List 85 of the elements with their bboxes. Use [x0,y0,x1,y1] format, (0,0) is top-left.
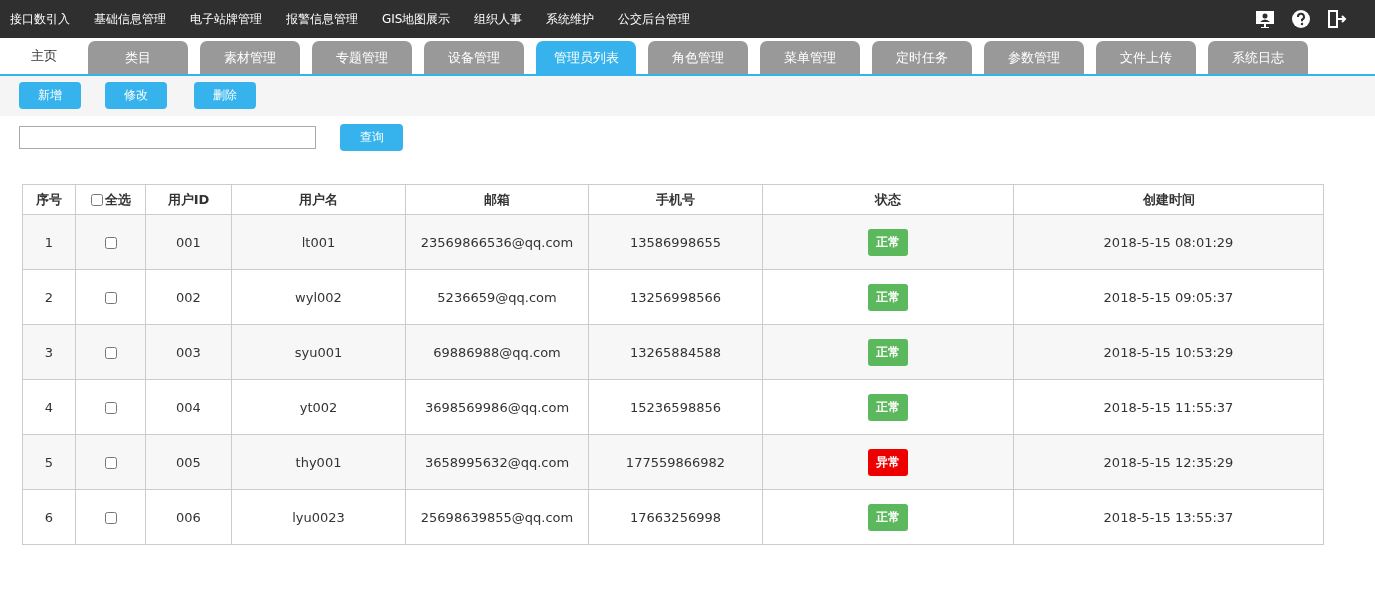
top-menu-item[interactable]: GIS地图展示 [382,10,451,28]
table-cell: 69886988@qq.com [405,324,589,380]
column-header: 序号 [22,184,76,215]
top-menu-item[interactable]: 基础信息管理 [94,10,166,28]
tab[interactable]: 专题管理 [312,41,412,74]
monitor-icon[interactable] [1255,9,1275,29]
tab[interactable]: 系统日志 [1208,41,1308,74]
select-all-checkbox[interactable] [90,193,103,206]
table-cell: 004 [145,379,232,435]
top-menu-item[interactable]: 接口数引入 [10,10,70,28]
column-header: 创建时间 [1013,184,1324,215]
table-cell: syu001 [231,324,406,380]
top-menu-item[interactable]: 报警信息管理 [286,10,358,28]
table-cell: 2018-5-15 08:01:29 [1013,214,1324,270]
tab[interactable]: 定时任务 [872,41,972,74]
action-button[interactable]: 修改 [105,82,167,109]
row-checkbox[interactable] [104,237,117,249]
column-header: 用户ID [145,184,232,215]
table-cell: 1 [22,214,76,270]
table-cell: 2018-5-15 13:55:37 [1013,489,1324,545]
table-cell: 2018-5-15 09:05:37 [1013,269,1324,325]
row-checkbox[interactable] [104,292,117,304]
tab[interactable]: 管理员列表 [536,41,636,74]
row-checkbox[interactable] [104,402,117,414]
table-cell: 5 [22,434,76,490]
tab[interactable]: 菜单管理 [760,41,860,74]
top-menu-item[interactable]: 组织人事 [474,10,523,28]
logout-icon[interactable] [1327,9,1347,29]
status-badge: 正常 [868,228,908,256]
table-cell: 25698639855@qq.com [405,489,589,545]
status-badge: 正常 [868,338,908,366]
table-cell: 6 [22,489,76,545]
home-tab[interactable]: 主页 [0,38,88,74]
column-header: 全选 [104,190,131,209]
table-cell: lyu0023 [231,489,406,545]
column-header: 手机号 [588,184,763,215]
table-cell: 2018-5-15 10:53:29 [1013,324,1324,380]
status-badge: 正常 [868,393,908,421]
table-cell: 13586998655 [588,214,763,270]
table-cell: 002 [145,269,232,325]
table-cell: 2018-5-15 12:35:29 [1013,434,1324,490]
table-cell: 3698569986@qq.com [405,379,589,435]
table-cell: 23569866536@qq.com [405,214,589,270]
tab[interactable]: 类目 [88,41,188,74]
table-cell: 2018-5-15 11:55:37 [1013,379,1324,435]
table-cell: 2 [22,269,76,325]
top-menu-item[interactable]: 系统维护 [546,10,595,28]
table-cell: wyl002 [231,269,406,325]
tab[interactable]: 文件上传 [1096,41,1196,74]
status-badge: 正常 [868,503,908,531]
table-cell: thy001 [231,434,406,490]
tab[interactable]: 素材管理 [200,41,300,74]
row-checkbox[interactable] [104,457,117,469]
table-cell: yt002 [231,379,406,435]
table-cell: 3658995632@qq.com [405,434,589,490]
tab[interactable]: 设备管理 [424,41,524,74]
tab[interactable]: 角色管理 [648,41,748,74]
top-menu-item[interactable]: 公交后台管理 [618,10,691,28]
table-cell: 17663256998 [588,489,763,545]
table-cell: 177559866982 [588,434,763,490]
column-header: 状态 [762,184,1014,215]
column-header: 用户名 [231,184,406,215]
table-cell: 003 [145,324,232,380]
search-field[interactable] [19,126,316,149]
tab[interactable]: 参数管理 [984,41,1084,74]
action-button[interactable]: 删除 [194,82,256,109]
column-header: 邮箱 [405,184,589,215]
query-button[interactable]: 查询 [340,124,403,151]
action-button[interactable]: 新增 [19,82,81,109]
row-checkbox[interactable] [104,512,117,524]
table-cell: 006 [145,489,232,545]
top-menu-item[interactable]: 电子站牌管理 [190,10,262,28]
table-cell: 001 [145,214,232,270]
row-checkbox[interactable] [104,347,117,359]
table-cell: 3 [22,324,76,380]
status-badge: 异常 [868,448,908,476]
help-icon[interactable] [1291,9,1311,29]
table-cell: 13256998566 [588,269,763,325]
table-cell: 13265884588 [588,324,763,380]
table-cell: 005 [145,434,232,490]
table-cell: 4 [22,379,76,435]
table-cell: lt001 [231,214,406,270]
table-cell: 5236659@qq.com [405,269,589,325]
table-cell: 15236598856 [588,379,763,435]
status-badge: 正常 [868,283,908,311]
